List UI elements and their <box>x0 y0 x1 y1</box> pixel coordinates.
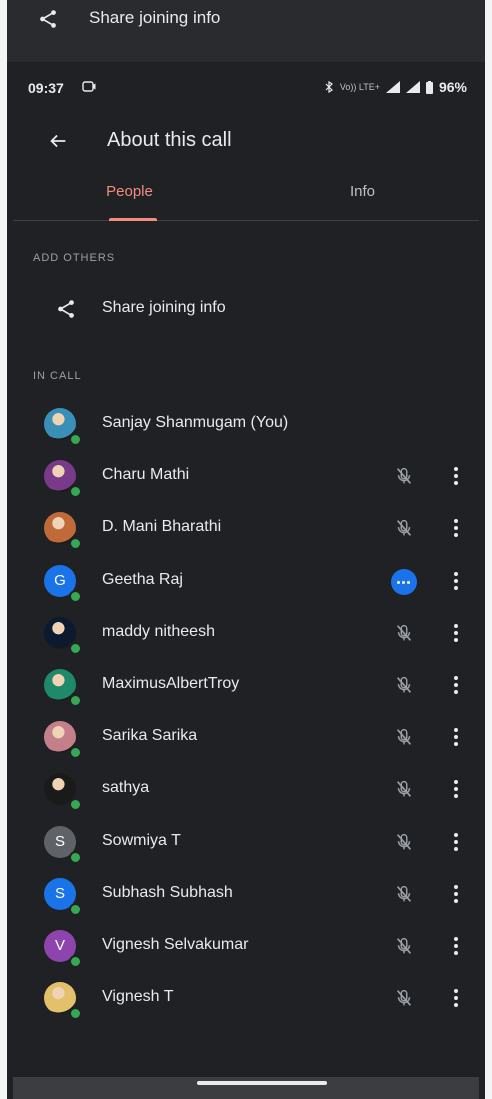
participant-row[interactable]: S Subhash Subhash <box>13 870 479 922</box>
back-arrow-icon[interactable] <box>47 130 69 152</box>
status-bar: 09:37 Vo)) LTE+ 96% <box>13 62 479 112</box>
participant-list: Sanjay Shanmugam (You) Charu Mathi D. Mani… <box>13 400 479 1026</box>
more-vert-icon[interactable] <box>451 517 461 539</box>
mic-off-icon <box>393 674 415 696</box>
participant-row[interactable]: sathya <box>13 765 479 817</box>
battery-icon <box>425 80 433 94</box>
more-vert-icon[interactable] <box>451 570 461 592</box>
online-status-dot <box>69 954 82 968</box>
online-status-dot <box>69 433 82 446</box>
participant-row[interactable]: Vignesh T <box>13 974 479 1026</box>
share-joining-info-button[interactable]: Share joining info <box>13 290 479 330</box>
more-vert-icon[interactable] <box>451 831 461 853</box>
mic-off-icon <box>393 622 415 644</box>
previous-screen-header: Share joining info <box>7 0 485 62</box>
participant-row[interactable]: Charu Mathi <box>13 452 479 504</box>
signal-icon <box>385 81 400 93</box>
online-status-dot <box>69 641 82 655</box>
online-status-dot <box>69 798 82 812</box>
participant-name: Subhash Subhash <box>102 883 233 901</box>
participant-name: Sanjay Shanmugam (You) <box>102 414 289 431</box>
status-icons: Vo)) LTE+ 96% <box>324 79 467 95</box>
participant-name: Sarika Sarika <box>102 727 198 745</box>
navigation-bar <box>13 1077 479 1099</box>
signal-icon-2 <box>405 81 420 93</box>
share-joining-info-label: Share joining info <box>102 299 226 316</box>
participant-row[interactable]: maddy nitheesh <box>13 609 479 661</box>
mic-off-icon <box>393 726 415 748</box>
participant-name: maddy nitheesh <box>102 622 215 640</box>
bluetooth-icon <box>325 81 333 93</box>
participant-row[interactable]: G Geetha Raj <box>13 557 479 609</box>
participant-name: Vignesh T <box>102 988 174 1006</box>
online-status-dot <box>69 1007 82 1021</box>
more-vert-icon[interactable] <box>451 726 461 748</box>
participant-row[interactable]: D. Mani Bharathi <box>13 504 479 556</box>
active-tab-indicator <box>109 218 157 221</box>
tab-bar: People Info <box>13 172 479 221</box>
online-status-dot <box>69 485 82 499</box>
network-label: Vo)) LTE+ <box>339 82 380 92</box>
home-gesture-handle[interactable] <box>197 1081 327 1085</box>
online-status-dot <box>69 693 82 707</box>
speaking-indicator-icon <box>391 568 417 595</box>
participant-row[interactable]: Sanjay Shanmugam (You) <box>13 400 479 452</box>
participant-row[interactable]: MaximusAlbertTroy <box>13 661 479 713</box>
more-vert-icon[interactable] <box>451 465 461 487</box>
mic-off-icon <box>393 517 415 539</box>
app-bar: About this call <box>13 112 479 172</box>
participant-name: Sowmiya T <box>102 831 181 849</box>
page-title: About this call <box>107 129 232 151</box>
about-call-screen: 09:37 Vo)) LTE+ 96% About this call Peop… <box>13 62 479 1099</box>
participant-row[interactable]: V Vignesh Selvakumar <box>13 922 479 974</box>
clock: 09:37 <box>28 80 64 96</box>
tab-people-label: People <box>106 183 153 200</box>
mic-off-icon <box>393 778 415 800</box>
participant-name: MaximusAlbertTroy <box>102 674 240 692</box>
mic-off-icon <box>393 935 415 957</box>
tab-people[interactable]: People <box>13 172 246 221</box>
mic-off-icon <box>393 831 415 853</box>
participant-name: sathya <box>102 779 150 797</box>
phone-screen: Share joining info 09:37 Vo)) LTE+ 96% A… <box>7 0 485 1099</box>
screen-record-icon <box>82 81 96 92</box>
participant-name: Vignesh Selvakumar <box>102 935 249 953</box>
participant-name: Geetha Raj <box>102 570 183 588</box>
tab-info[interactable]: Info <box>246 172 479 220</box>
more-vert-icon[interactable] <box>451 987 461 1009</box>
add-others-heading: ADD OTHERS <box>33 252 116 264</box>
share-icon <box>58 300 74 318</box>
participant-row[interactable]: Sarika Sarika <box>13 713 479 765</box>
online-status-dot <box>69 850 82 864</box>
mic-off-icon <box>393 465 415 487</box>
online-status-dot <box>69 746 82 760</box>
battery-percent: 96% <box>438 79 467 95</box>
tab-info-label: Info <box>349 183 376 200</box>
participant-row[interactable]: S Sowmiya T <box>13 818 479 870</box>
participant-name: D. Mani Bharathi <box>102 518 222 536</box>
mic-off-icon <box>393 883 415 905</box>
online-status-dot <box>69 902 82 916</box>
in-call-heading: IN CALL <box>33 370 82 382</box>
share-icon[interactable] <box>37 8 59 30</box>
online-status-dot <box>69 589 82 603</box>
more-vert-icon[interactable] <box>451 674 461 696</box>
more-vert-icon[interactable] <box>451 883 461 905</box>
more-vert-icon[interactable] <box>451 935 461 957</box>
more-vert-icon[interactable] <box>451 778 461 800</box>
mic-off-icon <box>393 987 415 1009</box>
participant-name: Charu Mathi <box>102 466 190 484</box>
share-joining-info-label[interactable]: Share joining info <box>89 8 220 28</box>
online-status-dot <box>69 537 82 551</box>
more-vert-icon[interactable] <box>451 622 461 644</box>
